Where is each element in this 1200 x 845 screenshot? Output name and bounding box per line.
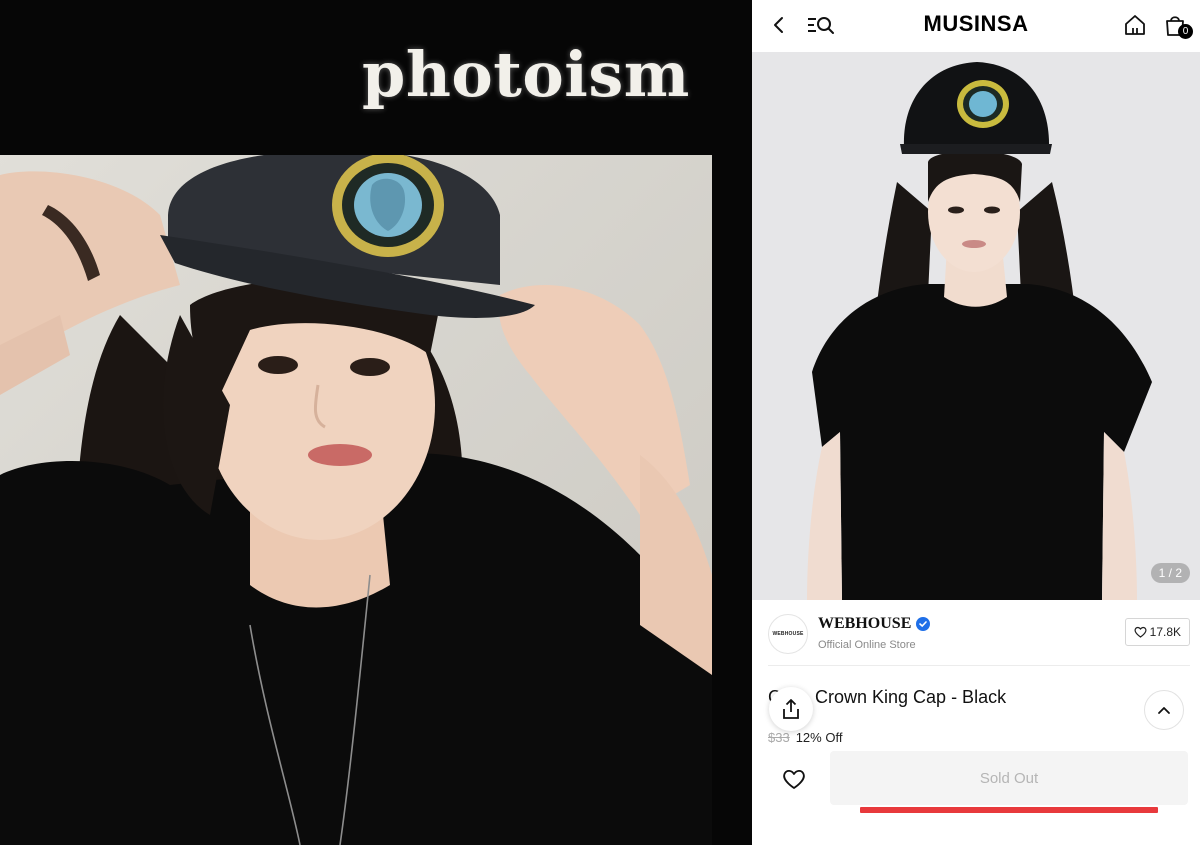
seller-name-row[interactable]: WEBHOUSE	[818, 615, 931, 633]
share-icon	[783, 699, 799, 719]
home-button[interactable]	[1120, 10, 1150, 40]
product-image-gallery[interactable]: 1 / 2	[752, 52, 1200, 600]
verified-badge-icon	[916, 617, 931, 631]
photo-booth-print: photoism	[0, 0, 752, 845]
cart-count-badge: 0	[1178, 24, 1193, 39]
product-photo	[752, 52, 1200, 600]
photoism-logo: photoism	[362, 38, 690, 111]
original-price: $33	[768, 730, 790, 745]
gallery-pager: 1 / 2	[1150, 563, 1190, 583]
cart-button[interactable]: 0	[1160, 10, 1193, 40]
price-row: $33 12% Off	[768, 730, 842, 745]
seller-subtitle: Official Online Store	[818, 639, 916, 651]
heart-icon	[783, 769, 805, 789]
discount-label: 12% Off	[795, 730, 843, 745]
top-bar: MUSINSA 0	[752, 0, 1200, 50]
seller-logo[interactable]: WEBHOUSE	[768, 614, 808, 654]
wishlist-button[interactable]	[780, 765, 808, 793]
seller-name: WEBHOUSE	[818, 615, 912, 632]
booth-photo-illustration	[0, 155, 712, 845]
collapse-button[interactable]	[1144, 690, 1184, 730]
sold-out-button[interactable]: Sold Out	[830, 751, 1188, 805]
divider	[768, 665, 1190, 666]
like-count: 17.8K	[1149, 625, 1181, 639]
heart-outline-icon	[1134, 626, 1147, 638]
seller-row[interactable]: WEBHOUSE WEBHOUSE Official Online Store …	[768, 612, 1190, 658]
share-button[interactable]	[769, 687, 813, 731]
bottom-action-bar: Sold Out	[752, 745, 1200, 845]
home-icon	[1125, 15, 1145, 35]
like-count-button[interactable]: 17.8K	[1124, 618, 1190, 646]
red-highlight-bar	[860, 807, 1158, 813]
product-title-text: Crown King Cap - Black	[815, 687, 1007, 707]
musinsa-product-screen: MUSINSA 0 1 / 2 WEBHOUSE WEBHOUSE Offici…	[752, 0, 1200, 845]
chevron-up-icon	[1158, 707, 1170, 714]
booth-photo	[0, 155, 712, 845]
